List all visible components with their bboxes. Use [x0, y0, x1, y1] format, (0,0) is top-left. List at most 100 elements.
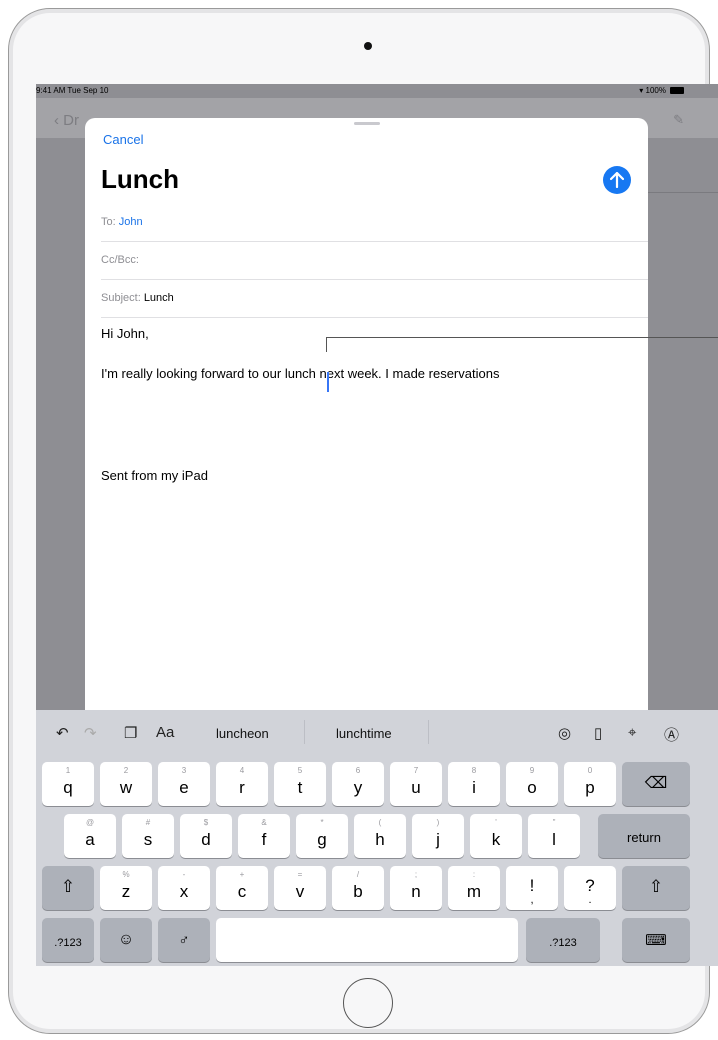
return-key[interactable]: return — [598, 814, 690, 858]
key-d[interactable]: $ d — [180, 814, 232, 858]
to-label: To: — [101, 216, 116, 228]
key-v[interactable]: = v — [274, 866, 326, 910]
shift-key-right[interactable]: ⇧ — [622, 866, 690, 910]
emoji-key[interactable]: ☺ — [100, 918, 152, 962]
to-field[interactable]: To: John — [101, 204, 648, 242]
key-label: ! — [529, 876, 535, 895]
key-secondary: ) — [436, 818, 440, 827]
key-u[interactable]: 7u — [390, 762, 442, 806]
document-icon[interactable]: ▯ — [594, 724, 602, 742]
body-greeting[interactable]: Hi John, — [101, 326, 149, 341]
numbers-label: .?123 — [54, 937, 82, 949]
cc-bcc-field[interactable]: Cc/Bcc: — [101, 242, 648, 280]
key-f[interactable]: & f — [238, 814, 290, 858]
scan-icon[interactable]: ⌖ — [628, 724, 636, 741]
delete-key[interactable]: ⌫ — [622, 762, 690, 806]
key-question[interactable]: ?. — [564, 866, 616, 910]
cancel-button[interactable]: Cancel — [103, 132, 143, 147]
key-c[interactable]: + c — [216, 866, 268, 910]
dismiss-keyboard-key[interactable]: ⌨ — [622, 918, 690, 962]
key-t[interactable]: 5t — [274, 762, 326, 806]
camera-icon[interactable]: ◎ — [558, 724, 571, 742]
key-label: w — [119, 778, 133, 797]
key-secondary: * — [320, 818, 324, 827]
redo-icon[interactable]: ↷ — [84, 724, 97, 742]
suggestion-divider — [428, 720, 429, 744]
key-w[interactable]: 2w — [100, 762, 152, 806]
shift-icon: ⇧ — [648, 877, 664, 896]
callout-pointer — [326, 338, 327, 352]
key-n[interactable]: ; n — [390, 866, 442, 910]
send-arrow-icon — [610, 172, 624, 188]
key-exclamation[interactable]: !, — [506, 866, 558, 910]
key-l[interactable]: " l — [528, 814, 580, 858]
suggestion-2[interactable]: lunchtime — [336, 726, 392, 741]
key-label: f — [261, 830, 267, 849]
key-label: k — [491, 830, 501, 849]
numbers-key-right[interactable]: .?123 — [526, 918, 600, 962]
to-recipient[interactable]: John — [119, 216, 143, 228]
battery-percent: 100% — [645, 86, 666, 95]
key-secondary: $ — [203, 818, 209, 827]
key-secondary: 4 — [239, 766, 245, 775]
delete-icon: ⌫ — [644, 775, 668, 792]
key-x[interactable]: -x — [158, 866, 210, 910]
emoji-icon: ☺ — [117, 931, 135, 948]
key-m[interactable]: :m — [448, 866, 500, 910]
numbers-label: .?123 — [549, 937, 577, 949]
dictation-key[interactable]: ♂ — [158, 918, 210, 962]
key-secondary: ' — [495, 818, 497, 827]
status-time-date: 9:41 AM Tue Sep 10 — [36, 86, 109, 95]
key-j[interactable]: ) j — [412, 814, 464, 858]
suggestion-1[interactable]: luncheon — [216, 726, 269, 741]
format-button[interactable]: Aa — [156, 724, 174, 741]
cc-bcc-label: Cc/Bcc: — [101, 254, 139, 266]
keyboard-dismiss-icon: ⌨ — [645, 932, 667, 949]
key-secondary: & — [261, 818, 267, 827]
key-s[interactable]: # s — [122, 814, 174, 858]
key-r[interactable]: 4r — [216, 762, 268, 806]
key-secondary: 2 — [123, 766, 129, 775]
key-q[interactable]: 1q — [42, 762, 94, 806]
key-label: o — [527, 778, 537, 797]
key-i[interactable]: 8i — [448, 762, 500, 806]
paste-icon[interactable]: ❐ — [124, 724, 137, 742]
key-a[interactable]: @ a — [64, 814, 116, 858]
battery-icon — [670, 87, 684, 94]
key-h[interactable]: (h — [354, 814, 406, 858]
key-secondary: @ — [85, 818, 95, 827]
key-y[interactable]: 6y — [332, 762, 384, 806]
key-label: z — [121, 882, 131, 901]
subject-field[interactable]: Subject: Lunch — [101, 280, 648, 318]
key-label: h — [375, 830, 385, 849]
home-button[interactable] — [343, 978, 393, 1028]
key-secondary: ( — [378, 818, 382, 827]
sheet-grabber[interactable] — [354, 122, 380, 125]
key-z[interactable]: % z — [100, 866, 152, 910]
signature[interactable]: Sent from my iPad — [101, 468, 208, 483]
key-g[interactable]: * g — [296, 814, 348, 858]
body-text[interactable]: I'm really looking forward to our lunch … — [101, 366, 499, 381]
text-cursor — [327, 372, 329, 392]
shift-key-left[interactable]: ⇧ — [42, 866, 94, 910]
microphone-icon: ♂ — [178, 932, 190, 949]
key-k[interactable]: ' k — [470, 814, 522, 858]
key-o[interactable]: 9o — [506, 762, 558, 806]
space-bar[interactable] — [216, 918, 518, 962]
undo-icon[interactable]: ↶ — [56, 724, 69, 742]
background-back-label: Dr — [63, 112, 79, 129]
numbers-key-left[interactable]: .?123 — [42, 918, 94, 962]
key-secondary: 9 — [529, 766, 535, 775]
suggestion-divider — [304, 720, 305, 744]
subject-value[interactable]: Lunch — [144, 292, 174, 304]
key-p[interactable]: 0p — [564, 762, 616, 806]
key-secondary: " — [552, 818, 556, 827]
markup-icon[interactable]: Ⓐ — [664, 724, 679, 745]
key-b[interactable]: / b — [332, 866, 384, 910]
subject-label: Subject: — [101, 292, 141, 304]
key-label: u — [411, 778, 421, 797]
key-e[interactable]: 3e — [158, 762, 210, 806]
key-secondary: 8 — [471, 766, 477, 775]
send-button[interactable] — [603, 166, 631, 194]
key-secondary: 1 — [65, 766, 71, 775]
